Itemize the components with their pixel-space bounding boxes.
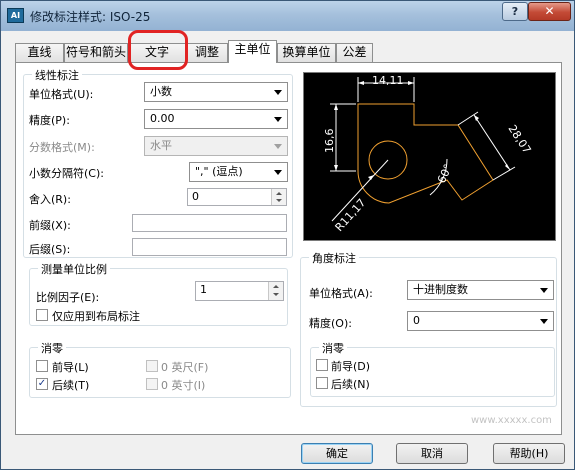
precision-label: 精度(P): — [29, 114, 70, 127]
unit-format-label: 单位格式(U): — [29, 88, 94, 101]
decimal-separator-value: "," (逗点) — [195, 165, 243, 178]
angular-precision-value: 0 — [413, 314, 420, 327]
angular-trailing-zero-label: 后续(N) — [331, 378, 370, 391]
trailing-zero-checkbox[interactable]: ✓ — [36, 378, 48, 390]
leading-zero-label: 前导(L) — [52, 361, 89, 374]
trailing-zero-label: 后续(T) — [52, 379, 90, 392]
fraction-format-value: 水平 — [150, 139, 172, 152]
tab-alternate-units[interactable]: 换算单位 — [277, 43, 336, 62]
decimal-separator-select[interactable]: "," (逗点) — [189, 162, 288, 182]
zero-suppression-angular-title: 消零 — [319, 340, 347, 356]
zero-inches-checkbox[interactable] — [146, 378, 158, 390]
round-off-spinner[interactable] — [271, 189, 286, 205]
watermark: www.xxxxx.com — [471, 415, 552, 426]
preview-drawing: 14,11 16,6 28,07 60° R11,17 — [323, 74, 534, 234]
unit-format-value: 小数 — [150, 85, 172, 98]
preview-dim-diagonal: 28,07 — [505, 123, 533, 156]
leading-zero-checkbox[interactable] — [36, 360, 48, 372]
measurement-scale-title: 测量单位比例 — [38, 261, 110, 277]
chevron-down-icon — [274, 117, 282, 122]
zero-inches-label: 0 英寸(I) — [161, 379, 206, 392]
preview-part-outline — [357, 103, 494, 204]
angular-precision-select[interactable]: 0 — [407, 311, 554, 331]
prefix-label: 前缀(X): — [29, 219, 71, 232]
tab-fit[interactable]: 调整 — [186, 43, 228, 62]
window-title: 修改标注样式: ISO-25 — [30, 10, 151, 24]
unit-format-select[interactable]: 小数 — [144, 82, 288, 102]
preview-dim-top: 14,11 — [372, 74, 404, 87]
linear-group-title: 线性标注 — [32, 67, 82, 83]
spin-up-icon[interactable] — [272, 189, 286, 197]
preview-dim-angle: 60° — [435, 162, 455, 185]
red-highlight-annotation — [128, 30, 188, 70]
help-title-button[interactable]: ? — [502, 2, 528, 21]
precision-value: 0.00 — [150, 112, 175, 125]
preview-dim-left: 16,6 — [323, 129, 336, 154]
zero-suppression-linear-title: 消零 — [38, 340, 66, 356]
zero-feet-label: 0 英尺(F) — [161, 361, 209, 374]
suffix-input[interactable] — [132, 238, 287, 256]
angular-unit-format-select[interactable]: 十进制度数 — [407, 280, 554, 300]
scale-factor-label: 比例因子(E): — [36, 291, 100, 304]
cancel-button[interactable]: 取消 — [396, 443, 468, 464]
zero-feet-checkbox[interactable] — [146, 360, 158, 372]
angular-group-title: 角度标注 — [309, 250, 359, 266]
spin-down-icon[interactable] — [269, 291, 283, 300]
tab-primary-units[interactable]: 主单位 — [228, 40, 277, 63]
close-button[interactable]: ✕ — [528, 2, 571, 21]
tab-lines[interactable]: 直线 — [15, 43, 64, 62]
prefix-input[interactable] — [132, 214, 287, 232]
preview-geometry — [357, 103, 494, 204]
suffix-label: 后缀(S): — [29, 243, 71, 256]
layout-only-checkbox[interactable] — [36, 309, 48, 321]
ok-button[interactable]: 确定 — [301, 443, 373, 464]
precision-select[interactable]: 0.00 — [144, 109, 288, 129]
round-off-value: 0 — [192, 190, 199, 203]
decimal-separator-label: 小数分隔符(C): — [29, 167, 104, 180]
help-button[interactable]: 帮助(H) — [493, 443, 565, 464]
chevron-down-icon — [274, 144, 282, 149]
layout-only-label: 仅应用到布局标注 — [52, 310, 140, 323]
fraction-format-select[interactable]: 水平 — [144, 136, 288, 156]
chevron-down-icon — [540, 288, 548, 293]
angular-unit-format-label: 单位格式(A): — [309, 287, 373, 300]
scale-factor-value: 1 — [200, 283, 207, 296]
chevron-down-icon — [540, 319, 548, 324]
chevron-down-icon — [274, 90, 282, 95]
angular-trailing-zero-checkbox[interactable] — [316, 377, 328, 389]
dimension-preview: 14,11 16,6 28,07 60° R11,17 — [303, 72, 556, 241]
angular-unit-format-value: 十进制度数 — [413, 283, 468, 296]
spin-down-icon[interactable] — [272, 197, 286, 205]
chevron-down-icon — [274, 170, 282, 175]
dialog-window: AI 修改标注样式: ISO-25 ? ✕ 直线 符号和箭头 文字 调整 主单位… — [0, 0, 575, 470]
angular-precision-label: 精度(O): — [309, 317, 352, 330]
angular-leading-zero-label: 前导(D) — [331, 360, 371, 373]
tab-symbols-arrows[interactable]: 符号和箭头 — [64, 43, 128, 62]
angular-leading-zero-checkbox[interactable] — [316, 359, 328, 371]
fraction-format-label: 分数格式(M): — [29, 141, 95, 154]
tab-tolerances[interactable]: 公差 — [336, 43, 373, 62]
autocad-app-icon: AI — [7, 8, 24, 23]
scale-factor-spinner[interactable] — [268, 282, 283, 300]
round-off-label: 舍入(R): — [29, 193, 71, 206]
title-bar[interactable]: AI 修改标注样式: ISO-25 ? ✕ — [1, 1, 574, 31]
spin-up-icon[interactable] — [269, 282, 283, 291]
